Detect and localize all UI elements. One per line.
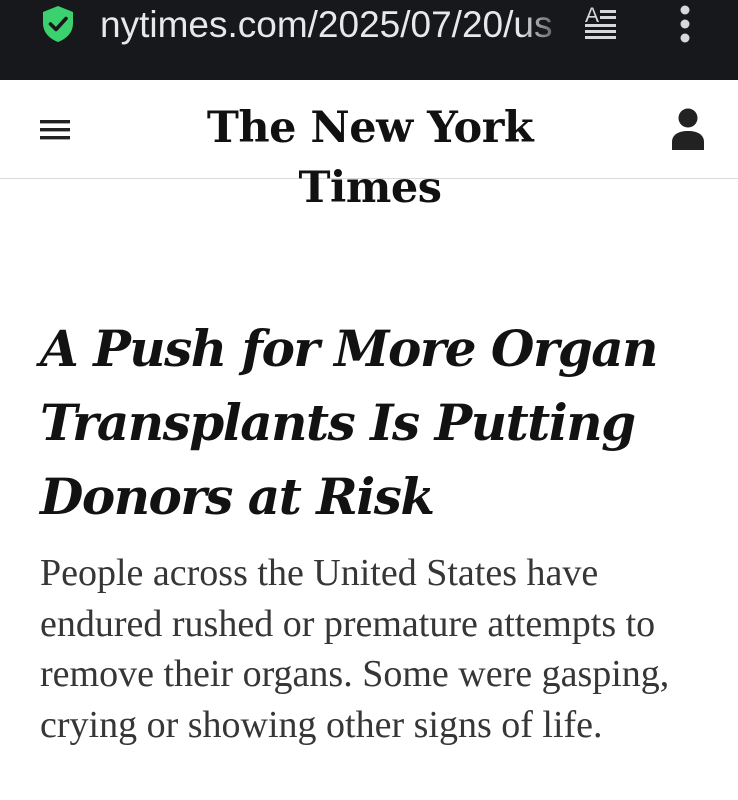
browser-url-bar: nytimes.com/2025/07/20/us A	[0, 0, 738, 80]
site-logo[interactable]: The New York Times	[160, 98, 580, 213]
site-header: The New York Times	[0, 80, 738, 213]
url-text[interactable]: nytimes.com/2025/07/20/us	[100, 0, 568, 50]
vertical-dots-icon[interactable]	[668, 2, 702, 46]
article-summary: People across the United States have end…	[40, 552, 670, 746]
hamburger-menu-icon[interactable]	[38, 118, 72, 142]
article-headline: A Push for More Organ Transplants Is Put…	[40, 319, 659, 526]
svg-text:A: A	[585, 4, 599, 27]
url-fade	[520, 0, 572, 50]
account-person-icon[interactable]	[668, 106, 708, 152]
reader-mode-icon[interactable]: A	[580, 2, 624, 46]
shield-check-icon[interactable]	[40, 4, 76, 44]
